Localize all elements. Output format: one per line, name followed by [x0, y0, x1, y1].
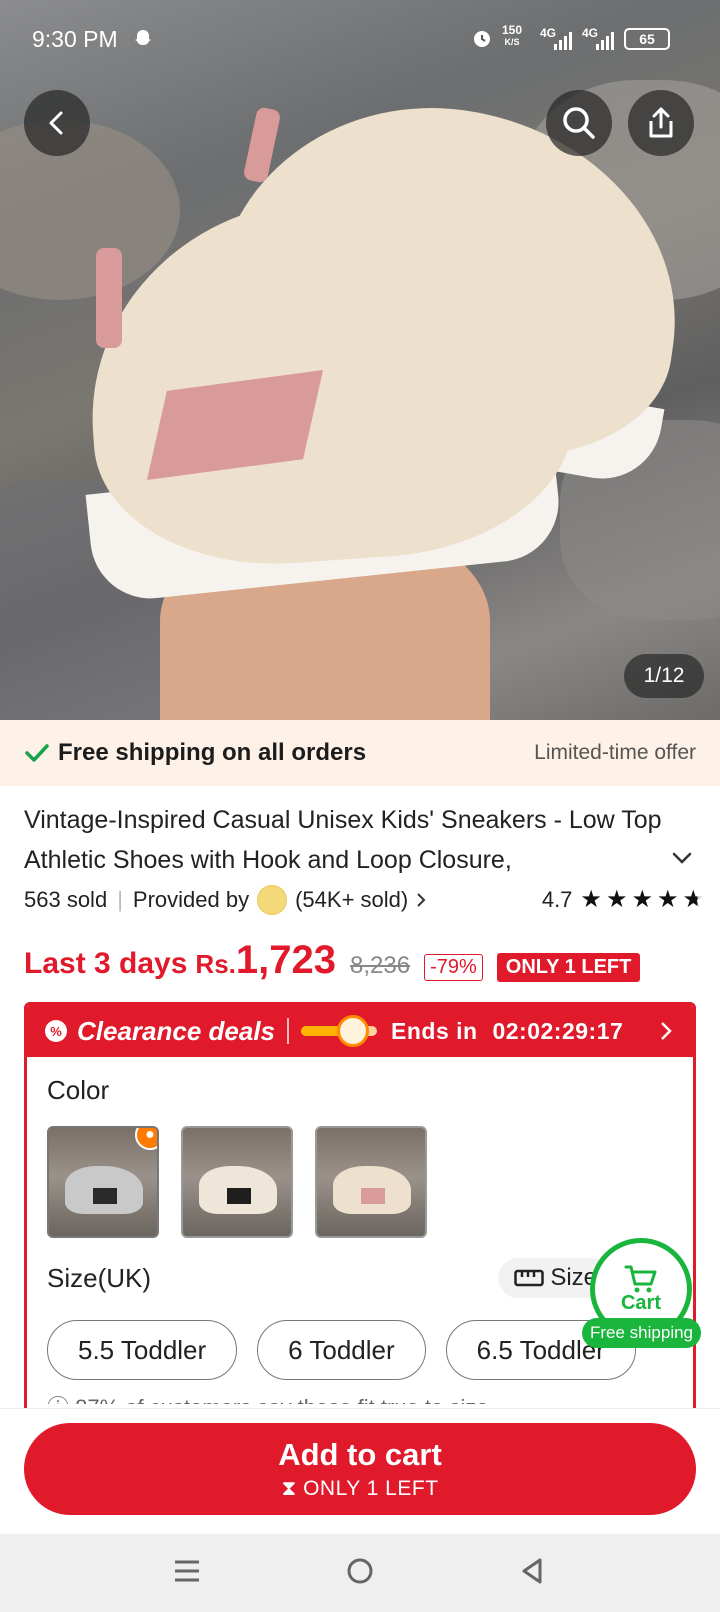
back-button[interactable]	[24, 90, 90, 156]
menu-icon	[174, 1560, 199, 1581]
net-speed-unit: K/S	[504, 37, 520, 47]
bottom-action-bar: Add to cart ⧗ ONLY 1 LEFT	[0, 1408, 720, 1534]
free-shipping-text: Free shipping on all orders	[58, 739, 367, 766]
countdown: 02:02:29:17	[492, 1017, 624, 1044]
stock-note: ⧗ ONLY 1 LEFT	[281, 1477, 438, 1501]
back-triangle-icon	[522, 1558, 542, 1583]
share-icon	[649, 107, 673, 138]
fire-icon: ●	[135, 1128, 157, 1150]
divider	[287, 1018, 290, 1044]
chevron-right-icon	[417, 893, 426, 907]
product-meta: 563 sold | Provided by (54K+ sold) 4.7 ★…	[24, 885, 704, 915]
original-price: 8,236	[350, 952, 411, 979]
clock-icon	[337, 1015, 370, 1047]
battery-level: 65	[639, 31, 655, 47]
star-icon: ★	[605, 886, 628, 913]
rating-value: 4.7	[541, 887, 573, 912]
status-bar: 9:30 PM 150 K/S 4G 4G 65	[0, 0, 720, 80]
ruler-icon	[514, 1269, 545, 1287]
expand-title-button[interactable]	[670, 846, 694, 875]
cart-icon	[624, 1265, 657, 1292]
limited-offer-text: Limited-time offer	[534, 741, 696, 764]
fit-note: ⓘ 87% of customers say these fit true to…	[47, 1390, 673, 1404]
currency: Rs.	[195, 949, 236, 979]
alarm-icon	[470, 26, 494, 56]
color-label: Color	[47, 1075, 110, 1105]
product-title: Vintage-Inspired Casual Unisex Kids' Sne…	[24, 806, 662, 874]
home-nav-button[interactable]	[345, 1556, 375, 1591]
color-swatches: ●	[47, 1126, 673, 1238]
add-to-cart-button[interactable]: Add to cart ⧗ ONLY 1 LEFT	[24, 1423, 696, 1515]
signal-icon	[596, 30, 618, 56]
store-sold: (54K+ sold)	[295, 887, 409, 912]
hourglass-icon: ⧗	[281, 1477, 297, 1500]
check-icon	[25, 744, 49, 762]
net-speed-value: 150	[502, 23, 523, 37]
ends-label: Ends in 02:02:29:17	[391, 1018, 623, 1045]
stock-note-text: ONLY 1 LEFT	[303, 1477, 439, 1500]
provided-by-label: Provided by	[132, 887, 250, 912]
store-avatar	[257, 885, 288, 915]
star-icon: ★	[656, 886, 679, 913]
chevron-right-icon	[661, 1022, 672, 1040]
home-circle-icon	[347, 1558, 373, 1583]
image-counter: 1/12	[624, 654, 704, 698]
clearance-title: Clearance deals	[77, 1015, 276, 1046]
shoe-pink-heel	[96, 248, 122, 348]
color-swatch-beige-pink[interactable]	[315, 1126, 427, 1238]
back-nav-button[interactable]	[518, 1556, 548, 1591]
sold-count: 563 sold	[24, 887, 108, 912]
star-icon: ★	[580, 886, 602, 913]
product-image[interactable]: 9:30 PM 150 K/S 4G 4G 65 1/12	[0, 0, 720, 720]
color-swatch-grey[interactable]: ●	[47, 1126, 159, 1238]
menu-nav-button[interactable]	[172, 1556, 202, 1591]
ends-in-text: Ends in	[391, 1017, 478, 1044]
star-icon: ★	[631, 886, 653, 913]
add-to-cart-label: Add to cart	[278, 1437, 442, 1472]
clearance-header[interactable]: % Clearance deals Ends in 02:02:29:17	[27, 1005, 693, 1057]
chevron-down-icon	[672, 852, 692, 864]
price-row: Last 3 days Rs. 1,723 8,236 -79% ONLY 1 …	[24, 938, 704, 983]
cart-label: Cart	[620, 1291, 661, 1314]
size-option[interactable]: 6 Toddler	[257, 1320, 426, 1380]
store-link[interactable]: Provided by (54K+ sold)	[133, 885, 430, 915]
color-swatch-beige-black[interactable]	[181, 1126, 293, 1238]
share-button[interactable]	[628, 90, 694, 156]
rating[interactable]: 4.7 ★ ★ ★ ★ ★	[542, 887, 704, 913]
status-time: 9:30 PM	[32, 26, 118, 52]
snapchat-icon	[132, 28, 154, 56]
clearance-progress	[301, 1015, 378, 1047]
size-option[interactable]: 5.5 Toddler	[47, 1320, 238, 1380]
info-icon: ⓘ	[47, 1395, 69, 1404]
size-options: 5.5 Toddler 6 Toddler 6.5 Toddler	[47, 1320, 673, 1380]
stock-badge: ONLY 1 LEFT	[496, 953, 641, 982]
clearance-card: % Clearance deals Ends in 02:02:29:17 Co…	[24, 1002, 696, 1422]
signal-icon	[554, 30, 576, 56]
battery-icon: 65	[624, 28, 670, 50]
system-nav-bar	[0, 1534, 720, 1612]
svg-text:%: %	[50, 1024, 62, 1039]
size-label: Size(UK)	[47, 1262, 152, 1293]
percent-badge-icon: %	[45, 1020, 67, 1042]
shipping-banner[interactable]: Free shipping on all orders Limited-time…	[0, 720, 720, 786]
fit-note-text: 87% of customers say these fit true to s…	[75, 1395, 488, 1404]
chevron-left-icon	[49, 111, 63, 135]
free-shipping-badge: Free shipping	[582, 1318, 702, 1348]
search-icon	[563, 107, 595, 139]
star-half-icon: ★	[682, 886, 704, 913]
promo-label: Last 3 days	[24, 947, 188, 980]
search-button[interactable]	[546, 90, 612, 156]
discount-badge: -79%	[424, 954, 483, 981]
current-price: 1,723	[235, 938, 336, 982]
